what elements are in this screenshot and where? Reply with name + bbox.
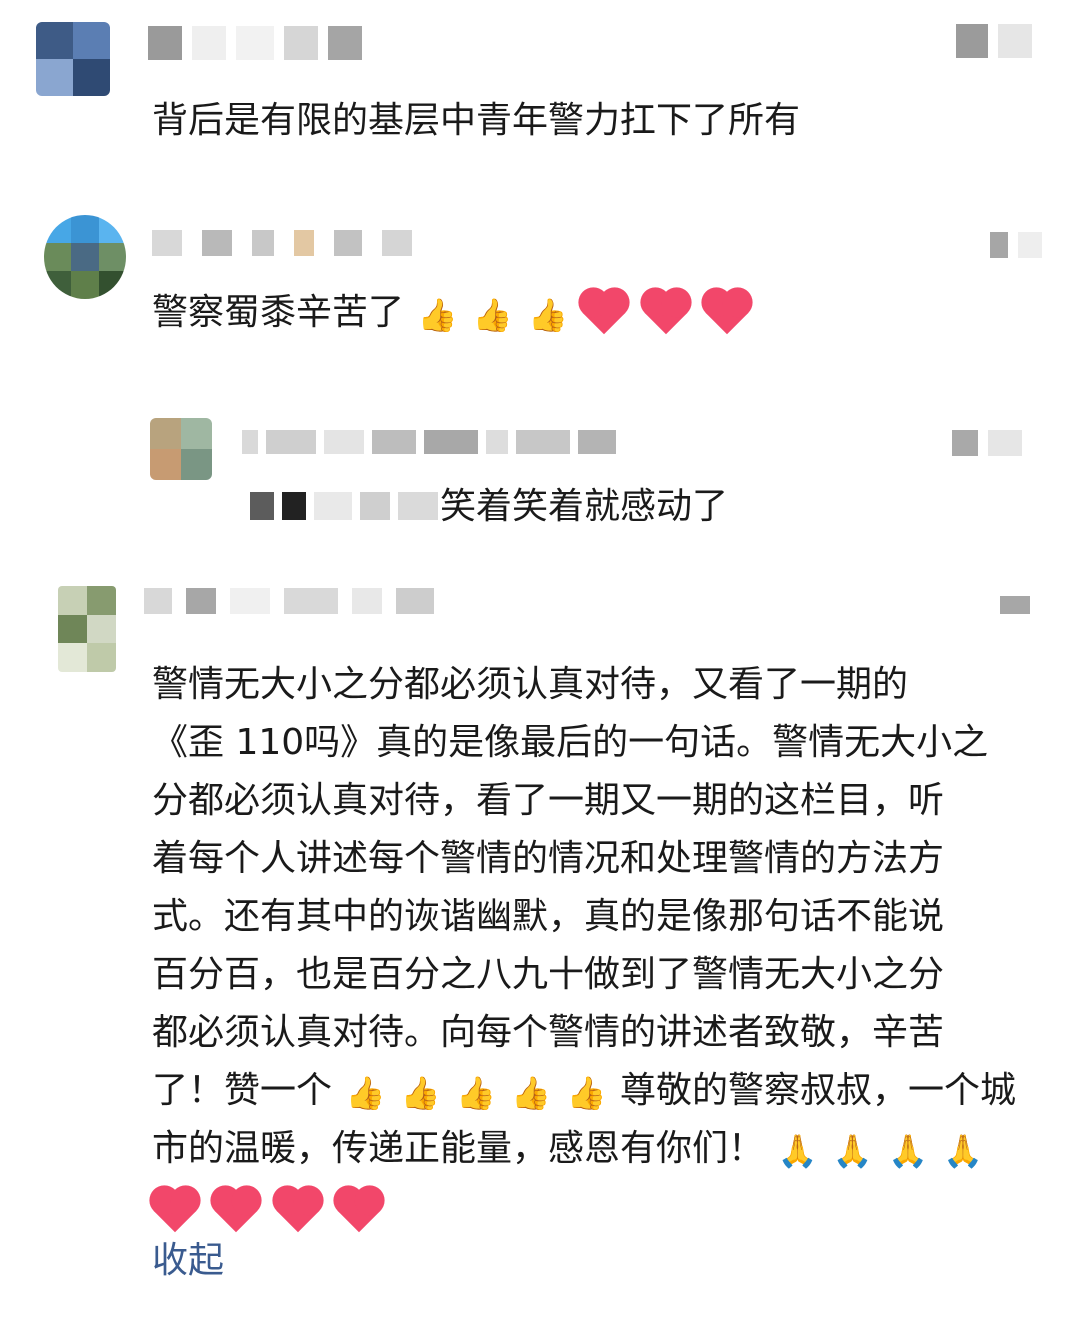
username-mosaic[interactable]: [242, 430, 616, 454]
avatar-pixel: [36, 59, 73, 96]
praying-hands-icon: 🙏: [943, 1132, 984, 1170]
heart-icon: [153, 1189, 197, 1233]
avatar[interactable]: [58, 586, 116, 672]
username-mosaic[interactable]: [148, 26, 362, 60]
comment-line: 式。还有其中的诙谐幽默，真的是像那句话不能说: [152, 896, 945, 937]
thumbs-up-icon: 👍: [417, 296, 458, 334]
comment-line: 都必须认真对待。向每个警情的讲述者致敬，辛苦: [152, 1012, 945, 1053]
timestamp-mosaic: [990, 232, 1042, 258]
heart-icon: [583, 291, 626, 335]
comment-line: 市的温暖，传递正能量，感恩有你们！ 🙏 🙏 🙏 🙏: [152, 1120, 1042, 1178]
comment-text: 警察蜀黍辛苦了 👍 👍 👍: [152, 284, 754, 342]
avatar-pixel: [36, 22, 73, 59]
reply-text: 笑着笑着就感动了: [440, 486, 729, 527]
heart-icon: [215, 1189, 258, 1233]
thumbs-up-icon: 👍: [566, 1074, 607, 1112]
thumbs-up-icon: 👍: [456, 1074, 496, 1112]
heart-row: [152, 1182, 1042, 1240]
mention-mosaic: [250, 492, 438, 520]
avatar-pixel: [73, 59, 110, 96]
comment-line: 《歪 110吗》真的是像最后的一句话。警情无大小之: [152, 722, 989, 763]
comment-line: 分都必须认真对待，看了一期又一期的这栏目，听: [152, 780, 945, 821]
comment-line: 着每个人讲述每个警情的情况和处理警情的方法方: [152, 838, 945, 879]
thumbs-up-icon: 👍: [400, 1074, 441, 1112]
heart-icon: [338, 1189, 381, 1233]
avatar[interactable]: [150, 418, 212, 480]
praying-hands-icon: 🙏: [832, 1132, 873, 1170]
praying-hands-icon: 🙏: [888, 1132, 928, 1170]
thumbs-up-icon: 👍: [472, 296, 513, 334]
comment-line: 百分百，也是百分之八九十做到了警情无大小之分: [152, 954, 945, 995]
heart-icon: [706, 291, 749, 335]
line-end: 尊敬的警察叔叔，一个城: [619, 1070, 1016, 1111]
timestamp-mosaic: [952, 430, 1022, 456]
heart-icon: [276, 1189, 320, 1233]
line-start: 市的温暖，传递正能量，感恩有你们！: [152, 1128, 765, 1169]
line-start: 了！赞一个: [152, 1070, 333, 1111]
comment-line: 警情无大小之分都必须认真对待，又看了一期的: [152, 664, 909, 705]
avatar[interactable]: [44, 215, 126, 299]
username-mosaic[interactable]: [152, 230, 412, 256]
timestamp-mosaic: [956, 24, 1032, 58]
timestamp-mosaic: [1000, 596, 1030, 614]
comment-label: 警察蜀黍辛苦了: [152, 292, 405, 333]
avatar[interactable]: [36, 22, 110, 96]
avatar-pixel: [73, 22, 110, 59]
heart-icon: [644, 291, 688, 335]
praying-hands-icon: 🙏: [777, 1132, 818, 1170]
thumbs-up-icon: 👍: [511, 1074, 552, 1112]
collapse-link[interactable]: 收起: [152, 1236, 224, 1286]
thumbs-up-icon: 👍: [345, 1074, 386, 1112]
comment-line: 了！赞一个 👍 👍 👍 👍 👍 尊敬的警察叔叔，一个城: [152, 1062, 1042, 1120]
comment-text: 背后是有限的基层中青年警力扛下了所有: [152, 100, 801, 141]
thumbs-up-icon: 👍: [528, 296, 568, 334]
username-mosaic[interactable]: [144, 588, 434, 614]
